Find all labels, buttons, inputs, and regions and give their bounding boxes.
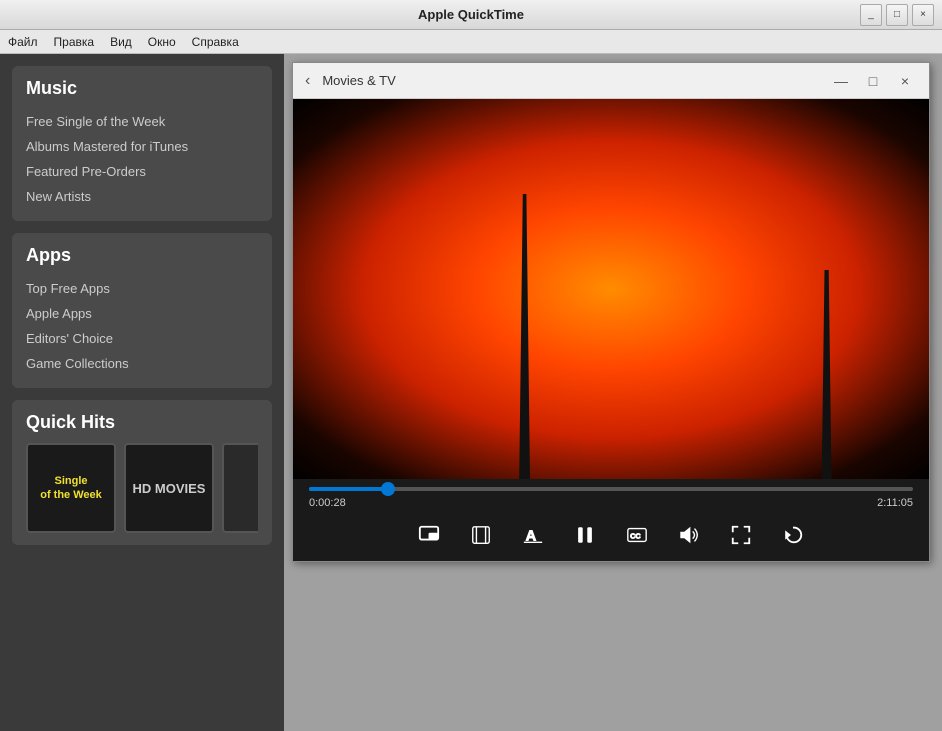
quick-hit-placeholder[interactable]: N [222, 443, 258, 533]
sidebar-item-new-artists[interactable]: New Artists [26, 184, 258, 209]
sidebar-item-featured-preorders[interactable]: Featured Pre-Orders [26, 159, 258, 184]
time-row: 0:00:28 2:11:05 [309, 497, 913, 509]
inner-title-controls: — □ × [829, 69, 917, 93]
volume-button[interactable] [675, 521, 703, 549]
progress-fill [309, 487, 388, 491]
sidebar: Music Free Single of the Week Albums Mas… [0, 54, 284, 731]
fullscreen-button[interactable] [727, 521, 755, 549]
quick-hits-section: Quick Hits Singleof the Week HD MOVIES N [12, 400, 272, 545]
menu-help[interactable]: Справка [192, 35, 239, 49]
back-button[interactable]: ‹ [305, 72, 310, 90]
minimize-button[interactable]: _ [860, 4, 882, 26]
quick-hit-hd-label: HD MOVIES [133, 481, 206, 496]
pause-button[interactable] [571, 521, 599, 549]
apps-section: Apps Top Free Apps Apple Apps Editors' C… [12, 233, 272, 388]
inner-close-button[interactable]: × [893, 69, 917, 93]
cc-button[interactable]: CC [623, 521, 651, 549]
tower-left-silhouette [516, 194, 534, 479]
video-area [293, 99, 929, 479]
quick-hits-title: Quick Hits [26, 412, 258, 433]
pip-button[interactable] [415, 521, 443, 549]
trim-button[interactable] [467, 521, 495, 549]
app-title: Apple QuickTime [418, 7, 524, 22]
inner-title-bar: ‹ Movies & TV — □ × [293, 63, 929, 99]
sidebar-item-game-collections[interactable]: Game Collections [26, 351, 258, 376]
music-section-title: Music [26, 78, 258, 99]
sidebar-item-apple-apps[interactable]: Apple Apps [26, 301, 258, 326]
main-layout: Music Free Single of the Week Albums Mas… [0, 54, 942, 731]
video-frame[interactable] [293, 99, 929, 479]
sidebar-item-albums-mastered[interactable]: Albums Mastered for iTunes [26, 134, 258, 159]
menu-edit[interactable]: Правка [54, 35, 95, 49]
rotate-button[interactable] [779, 521, 807, 549]
sidebar-item-free-single[interactable]: Free Single of the Week [26, 109, 258, 134]
music-section: Music Free Single of the Week Albums Mas… [12, 66, 272, 221]
right-content: ‹ Movies & TV — □ × [284, 54, 942, 731]
title-bar-controls: _ □ × [860, 4, 934, 26]
quick-hits-row: Singleof the Week HD MOVIES N [26, 443, 258, 533]
menu-window[interactable]: Окно [148, 35, 176, 49]
progress-track[interactable] [309, 487, 913, 491]
captions-button[interactable]: A [519, 521, 547, 549]
menu-bar: Файл Правка Вид Окно Справка [0, 30, 942, 54]
sidebar-item-top-free-apps[interactable]: Top Free Apps [26, 276, 258, 301]
title-bar: Apple QuickTime _ □ × [0, 0, 942, 30]
inner-minimize-button[interactable]: — [829, 69, 853, 93]
menu-view[interactable]: Вид [110, 35, 132, 49]
apps-section-title: Apps [26, 245, 258, 266]
inner-maximize-button[interactable]: □ [861, 69, 885, 93]
controls-bar: 0:00:28 2:11:05 [293, 479, 929, 561]
quick-hit-hd-movies[interactable]: HD MOVIES [124, 443, 214, 533]
tower-right-silhouette [820, 270, 834, 479]
inner-window: ‹ Movies & TV — □ × [292, 62, 930, 562]
svg-text:CC: CC [630, 532, 641, 541]
inner-window-title: Movies & TV [322, 73, 395, 88]
progress-row [309, 487, 913, 491]
close-button[interactable]: × [912, 4, 934, 26]
playback-controls: A CC [309, 517, 913, 553]
quick-hit-single-of-week[interactable]: Singleof the Week [26, 443, 116, 533]
inner-title-left: ‹ Movies & TV [305, 72, 396, 90]
total-time: 2:11:05 [877, 497, 913, 509]
maximize-button[interactable]: □ [886, 4, 908, 26]
quick-hit-single-label: Singleof the Week [40, 474, 102, 503]
sidebar-item-editors-choice[interactable]: Editors' Choice [26, 326, 258, 351]
progress-thumb [381, 482, 395, 496]
menu-file[interactable]: Файл [8, 35, 38, 49]
current-time: 0:00:28 [309, 497, 346, 509]
